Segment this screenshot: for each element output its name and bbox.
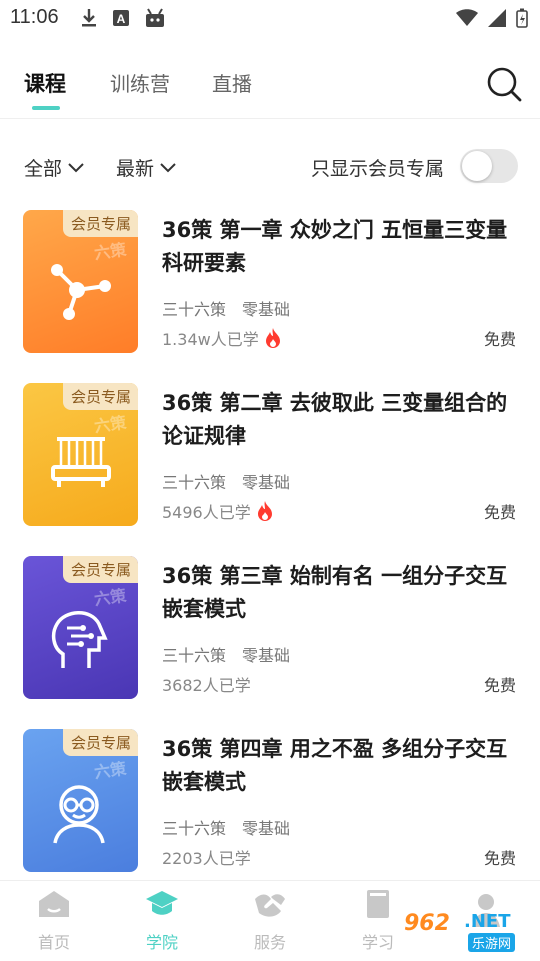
book-icon xyxy=(367,890,389,918)
top-tab-bar: 课程 训练营 直播 xyxy=(0,52,540,119)
chevron-down-icon xyxy=(160,162,176,172)
course-series: 三十六策 xyxy=(162,473,227,492)
download-icon xyxy=(82,9,96,27)
course-level: 零基础 xyxy=(242,473,291,492)
member-badge: 会员专属 xyxy=(62,556,138,583)
course-meta: 三十六策 零基础 xyxy=(162,815,306,839)
course-meta: 三十六策 零基础 xyxy=(162,469,306,493)
scholar-icon xyxy=(53,785,105,844)
course-title: 36策 第一章 众妙之门 五恒量三变量科研要素 xyxy=(162,218,508,275)
nav-service-label: 服务 xyxy=(253,933,286,952)
nav-service[interactable]: 服务 xyxy=(240,889,300,953)
signal-icon xyxy=(488,9,506,27)
course-thumbnail: 会员专属 六策 xyxy=(23,556,138,699)
handshake-icon xyxy=(255,894,285,917)
nav-academy-label: 学院 xyxy=(145,933,178,952)
status-bar: 11:06 A xyxy=(0,0,540,36)
course-item[interactable]: 会员专属 六策 36策 第一章 众妙之门 五恒量三变量科研要素 三十六策 零基础 … xyxy=(0,210,540,360)
nav-home-label: 首页 xyxy=(37,933,70,952)
active-tab-indicator xyxy=(32,106,60,110)
app-a-icon: A xyxy=(113,10,129,26)
learner-count: 5496人已学 xyxy=(162,499,273,523)
sort-filter[interactable]: 最新 xyxy=(116,154,176,181)
member-badge: 会员专属 xyxy=(62,383,138,410)
learner-count: 1.34w人已学 xyxy=(162,326,281,350)
notification-icons: A xyxy=(80,8,166,28)
android-icon xyxy=(146,8,164,27)
learner-count: 3682人已学 xyxy=(162,672,251,696)
course-series: 三十六策 xyxy=(162,819,227,838)
learner-count-text: 1.34w人已学 xyxy=(162,330,259,349)
course-title: 36策 第二章 去彼取此 三变量组合的论证规律 xyxy=(162,391,508,448)
course-item[interactable]: 会员专属 六策 36策 第三章 始制有名 一组分子交互嵌套模式 三十六策 零基础 … xyxy=(0,556,540,706)
learner-count: 2203人已学 xyxy=(162,845,251,869)
learner-count-text: 3682人已学 xyxy=(162,676,251,695)
course-price: 免费 xyxy=(483,330,516,349)
brain-head-icon xyxy=(51,611,108,668)
search-icon[interactable] xyxy=(486,66,522,102)
molecule-icon xyxy=(51,264,111,320)
course-title: 36策 第四章 用之不盈 多组分子交互嵌套模式 xyxy=(162,737,508,794)
course-meta: 三十六策 零基础 xyxy=(162,642,306,666)
member-badge: 会员专属 xyxy=(62,729,138,756)
tab-live[interactable]: 直播 xyxy=(212,68,252,97)
course-thumbnail: 会员专属 六策 xyxy=(23,383,138,526)
learner-count-text: 5496人已学 xyxy=(162,503,251,522)
home-icon xyxy=(39,891,69,917)
course-series: 三十六策 xyxy=(162,300,227,319)
toggle-knob xyxy=(462,151,492,181)
nav-study-label: 学习 xyxy=(361,933,394,952)
watermark-suffix: .NET xyxy=(464,911,511,932)
course-price: 免费 xyxy=(483,503,516,522)
svg-text:A: A xyxy=(117,12,126,26)
course-thumbnail: 会员专属 六策 xyxy=(23,729,138,872)
watermark-number: 962 xyxy=(404,911,450,936)
course-item[interactable]: 会员专属 六策 36策 第二章 去彼取此 三变量组合的论证规律 三十六策 零基础 … xyxy=(0,383,540,533)
course-price: 免费 xyxy=(483,849,516,868)
nav-home[interactable]: 首页 xyxy=(24,889,84,953)
member-only-label: 只显示会员专属 xyxy=(310,158,444,180)
sort-filter-label: 最新 xyxy=(116,158,155,180)
course-item[interactable]: 会员专属 六策 36策 第四章 用之不盈 多组分子交互嵌套模式 三十六策 零基础 … xyxy=(0,729,540,879)
member-badge: 会员专属 xyxy=(62,210,138,237)
course-meta: 三十六策 零基础 xyxy=(162,296,306,320)
status-time: 11:06 xyxy=(10,6,59,28)
course-level: 零基础 xyxy=(242,819,291,838)
flame-icon xyxy=(257,501,272,521)
member-only-toggle[interactable] xyxy=(460,149,518,183)
course-level: 零基础 xyxy=(242,300,291,319)
system-icons xyxy=(456,8,528,28)
tab-courses[interactable]: 课程 xyxy=(24,68,66,98)
learner-count-text: 2203人已学 xyxy=(162,849,251,868)
wifi-icon xyxy=(456,9,478,26)
bottom-navigation: 首页 学院 服务 学习 962 .NET 乐游网 xyxy=(0,880,540,961)
course-level: 零基础 xyxy=(242,646,291,665)
watermark-name: 乐游网 xyxy=(468,933,516,952)
abacus-icon xyxy=(51,437,111,487)
category-filter[interactable]: 全部 xyxy=(24,154,84,181)
chevron-down-icon xyxy=(68,162,84,172)
course-title: 36策 第三章 始制有名 一组分子交互嵌套模式 xyxy=(162,564,508,621)
tab-training-camp[interactable]: 训练营 xyxy=(110,68,170,97)
course-thumbnail: 会员专属 六策 xyxy=(23,210,138,353)
graduation-cap-icon xyxy=(146,891,178,915)
course-series: 三十六策 xyxy=(162,646,227,665)
battery-icon xyxy=(516,8,528,28)
category-filter-label: 全部 xyxy=(24,158,63,180)
site-watermark-logo: 962 .NET 乐游网 xyxy=(404,911,532,953)
flame-icon xyxy=(265,328,280,348)
filter-bar: 全部 最新 只显示会员专属 xyxy=(0,142,540,192)
nav-study[interactable]: 学习 xyxy=(348,889,408,953)
nav-academy[interactable]: 学院 xyxy=(132,889,192,953)
course-price: 免费 xyxy=(483,676,516,695)
